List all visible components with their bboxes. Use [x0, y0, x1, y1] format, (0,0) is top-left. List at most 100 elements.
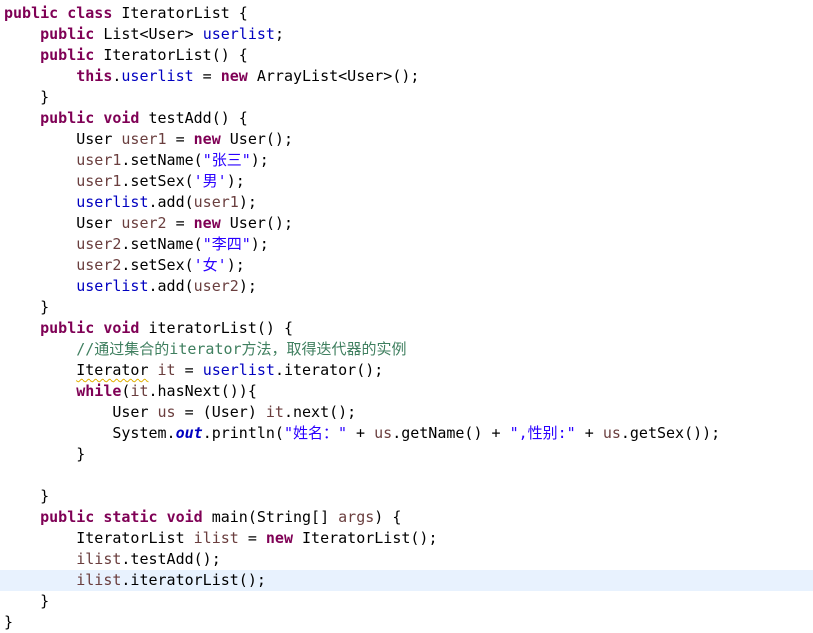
code-token: public: [40, 46, 95, 64]
code-token: User();: [220, 214, 293, 232]
code-token: =: [175, 361, 203, 379]
code-token: = (User): [175, 403, 266, 421]
code-token: new: [220, 67, 248, 85]
code-token: .iterator();: [274, 361, 384, 379]
code-token: =: [193, 67, 221, 85]
code-token: public: [40, 319, 95, 337]
code-token: args: [338, 508, 375, 526]
code-token: void: [103, 319, 140, 337]
code-token: it: [157, 361, 176, 379]
code-line[interactable]: this.userlist = new ArrayList<User>();: [0, 66, 813, 87]
code-line[interactable]: }: [0, 87, 813, 108]
code-line-text: ilist.iteratorList();: [4, 570, 266, 591]
code-line[interactable]: userlist.add(user2);: [0, 276, 813, 297]
code-token: +: [347, 424, 375, 442]
code-token: Iterator: [76, 361, 149, 379]
code-line[interactable]: user1.setName("张三");: [0, 150, 813, 171]
code-token: }: [4, 445, 86, 463]
code-line[interactable]: }: [0, 297, 813, 318]
code-token: }: [4, 592, 50, 610]
code-token: us: [374, 424, 393, 442]
code-line[interactable]: ilist.iteratorList();: [0, 570, 813, 591]
code-line[interactable]: user1.setSex('男');: [0, 171, 813, 192]
code-line[interactable]: user2.setName("李四");: [0, 234, 813, 255]
code-token: new: [193, 130, 221, 148]
code-token: userlist: [202, 361, 275, 379]
code-line[interactable]: public void iteratorList() {: [0, 318, 813, 339]
code-token: ArrayList<User>();: [247, 67, 420, 85]
code-line[interactable]: User us = (User) it.next();: [0, 402, 813, 423]
code-line-text: //通过集合的iterator方法，取得迭代器的实例: [4, 339, 407, 360]
code-line-text: public class IteratorList {: [4, 3, 248, 24]
code-line-text: }: [4, 297, 49, 318]
code-line-text: IteratorList ilist = new IteratorList();: [4, 528, 437, 549]
code-token: );: [238, 277, 257, 295]
code-token: );: [250, 151, 269, 169]
code-token: user1: [193, 193, 239, 211]
code-token: }: [4, 298, 50, 316]
code-token: userlist: [76, 277, 149, 295]
code-line[interactable]: System.out.println("姓名：" + us.getName() …: [0, 423, 813, 444]
code-line-text: user1.setName("张三");: [4, 150, 269, 171]
code-token: .testAdd();: [121, 550, 221, 568]
code-token: ilist: [76, 550, 122, 568]
code-token: .setName(: [121, 151, 203, 169]
code-line[interactable]: User user1 = new User();: [0, 129, 813, 150]
code-token: //通过集合的iterator方法，取得迭代器的实例: [76, 340, 407, 358]
code-line[interactable]: Iterator it = userlist.iterator();: [0, 360, 813, 381]
code-line[interactable]: public List<User> userlist;: [0, 24, 813, 45]
code-token: user1: [76, 151, 122, 169]
code-token: "姓名：": [283, 424, 348, 442]
code-token: );: [226, 172, 245, 190]
code-token: '女': [193, 256, 227, 274]
code-line[interactable]: [0, 465, 813, 486]
code-token: .setSex(: [121, 172, 194, 190]
code-token: void: [166, 508, 203, 526]
code-token: user2: [121, 214, 167, 232]
code-token: .next();: [283, 403, 357, 421]
code-token: System.: [4, 424, 176, 442]
code-line[interactable]: while(it.hasNext()){: [0, 381, 813, 402]
code-editor[interactable]: public class IteratorList { public List<…: [0, 0, 813, 632]
code-line-text: public IteratorList() {: [4, 45, 248, 66]
code-line-text: User user2 = new User();: [4, 213, 293, 234]
code-token: void: [103, 109, 140, 127]
code-token: userlist: [202, 25, 275, 43]
code-line-text: }: [4, 612, 13, 633]
code-line[interactable]: public static void main(String[] args) {: [0, 507, 813, 528]
code-line[interactable]: }: [0, 591, 813, 612]
code-token: User: [4, 214, 122, 232]
code-token: User: [4, 403, 158, 421]
code-line[interactable]: public void testAdd() {: [0, 108, 813, 129]
code-token: }: [4, 88, 50, 106]
code-token: out: [175, 424, 203, 442]
code-line[interactable]: User user2 = new User();: [0, 213, 813, 234]
code-line[interactable]: IteratorList ilist = new IteratorList();: [0, 528, 813, 549]
code-line[interactable]: //通过集合的iterator方法，取得迭代器的实例: [0, 339, 813, 360]
code-line[interactable]: }: [0, 612, 813, 633]
code-token: .add(: [148, 193, 194, 211]
code-token: userlist: [76, 193, 149, 211]
code-line[interactable]: user2.setSex('女');: [0, 255, 813, 276]
code-token: new: [193, 214, 221, 232]
code-line[interactable]: userlist.add(user1);: [0, 192, 813, 213]
code-line[interactable]: }: [0, 444, 813, 465]
code-line[interactable]: }: [0, 486, 813, 507]
code-line-text: public void iteratorList() {: [4, 318, 293, 339]
code-token: IteratorList() {: [94, 46, 248, 64]
code-line[interactable]: public IteratorList() {: [0, 45, 813, 66]
code-line[interactable]: public class IteratorList {: [0, 3, 813, 24]
code-line[interactable]: ilist.testAdd();: [0, 549, 813, 570]
